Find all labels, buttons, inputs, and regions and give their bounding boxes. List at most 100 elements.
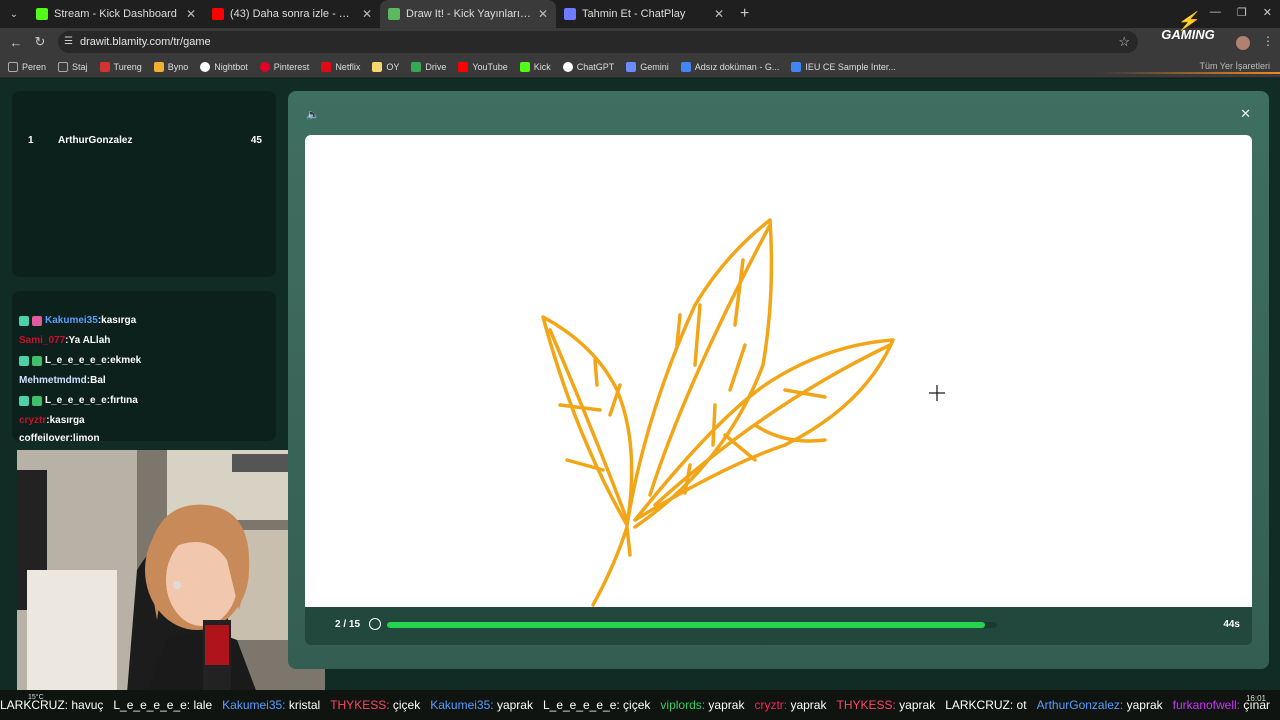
weather-widget[interactable]: 15°C <box>28 694 44 701</box>
ticker-message: LARKCRUZ: ot <box>945 698 1026 712</box>
chat-text: limon <box>72 433 100 441</box>
tab-title: Draw It! - Kick Yayınları İçin Çiz <box>406 8 532 20</box>
bookmark-item[interactable]: Netflix <box>321 61 360 72</box>
volume-icon[interactable]: 🔈 <box>306 108 320 121</box>
chat-text: ekmek <box>110 355 142 366</box>
gemini-icon <box>626 61 637 72</box>
nightbot-icon <box>200 61 211 72</box>
all-bookmarks-button[interactable]: Tüm Yer İşaretleri <box>1199 61 1270 71</box>
ticker-text: yaprak <box>493 698 533 712</box>
gaming-logo: ⚡ GAMING <box>1152 11 1224 56</box>
bookmark-item[interactable]: IEU CE Sample Inter... <box>791 61 896 72</box>
bookmark-item[interactable]: Nightbot <box>200 61 248 72</box>
ticker-text: lale <box>190 698 213 712</box>
lightning-logo-icon: ⚡ <box>1176 11 1200 31</box>
tab-search-icon[interactable]: ⌄ <box>0 0 28 28</box>
chat-user: L_e_e_e_e_e <box>45 395 107 406</box>
chat-message: L_e_e_e_e_e: fırtına <box>19 395 138 406</box>
profile-avatar[interactable] <box>1236 36 1250 50</box>
browser-nav-bar: ← ↻ ☰ drawit.blamity.com/tr/game ☆ <box>0 28 1280 56</box>
kick-favicon-icon <box>36 8 48 20</box>
browser-menu-icon[interactable]: ⋮ <box>1262 34 1274 48</box>
oy-icon <box>372 61 383 72</box>
chat-message: coffeilover: limon <box>19 433 100 441</box>
maximize-icon[interactable]: ❐ <box>1237 6 1247 19</box>
bookmark-item[interactable]: Kick <box>519 61 551 72</box>
chat-user: Sami_077 <box>19 335 66 346</box>
tab-close-icon[interactable]: ✕ <box>186 7 196 21</box>
logo-text: GAMING <box>1161 27 1215 42</box>
chatgpt-icon <box>562 61 573 72</box>
chatplay-favicon-icon <box>564 8 576 20</box>
close-window-icon[interactable]: ✕ <box>1263 6 1272 19</box>
ticker-user: L_e_e_e_e_e: <box>542 698 620 712</box>
bookmark-item[interactable]: Adsız doküman - G... <box>680 61 779 72</box>
draw-game-panel: 🔈 ✕ 2 / 15 44s <box>288 91 1269 669</box>
ticker-user: Kakumei35: <box>222 698 286 712</box>
bookmark-item[interactable]: Drive <box>411 61 446 72</box>
time-progress-bar <box>387 622 997 628</box>
game-page: 1 ArthurGonzalez 45 Kakumei35: kasırga Sa… <box>0 79 1280 693</box>
chat-message: Mehmetmdmd: Bal <box>19 375 106 386</box>
drawing-canvas[interactable] <box>305 135 1252 607</box>
tab-kick-dashboard[interactable]: Stream - Kick Dashboard ✕ <box>28 0 204 28</box>
crosshair-cursor-icon <box>929 385 945 401</box>
bookmark-item[interactable]: Tureng <box>99 61 142 72</box>
leaderboard-row: 1 ArthurGonzalez 45 <box>28 135 262 146</box>
chat-message: Sami_077: Ya ALlah <box>19 335 111 346</box>
new-tab-button[interactable]: + <box>740 5 749 23</box>
bookmark-star-icon[interactable]: ☆ <box>1118 34 1130 50</box>
tab-title: Stream - Kick Dashboard <box>54 8 177 20</box>
badge-icon <box>19 355 29 366</box>
site-info-icon[interactable]: ☰ <box>64 36 73 47</box>
back-icon[interactable]: ← <box>4 35 28 50</box>
ticker-message: Kakumei35: yaprak <box>430 698 533 712</box>
tab-close-icon[interactable]: ✕ <box>714 7 724 21</box>
byno-icon <box>153 61 164 72</box>
bookmark-item[interactable]: Peren <box>8 61 46 72</box>
ticker-message: ArthurGonzalez: yaprak <box>1037 698 1163 712</box>
bookmark-item[interactable]: OY <box>372 61 399 72</box>
chat-text: fırtına <box>110 395 138 406</box>
bookmark-item[interactable]: Staj <box>58 61 88 72</box>
tab-draw-it[interactable]: Draw It! - Kick Yayınları İçin Çiz ✕ <box>380 0 556 28</box>
ticker-user: cryztr: <box>754 698 788 712</box>
bookmark-item[interactable]: YouTube <box>458 61 508 72</box>
bookmark-item[interactable]: Gemini <box>626 61 669 72</box>
ticker-text: çiçek <box>619 698 651 712</box>
chat-message: Kakumei35: kasırga <box>19 315 136 326</box>
player-name: ArthurGonzalez <box>58 135 133 146</box>
pinterest-icon <box>259 61 270 72</box>
ticker-message: THYKESS: yaprak <box>836 698 935 712</box>
close-icon[interactable]: ✕ <box>1240 106 1251 122</box>
ticker-text: yaprak <box>895 698 936 712</box>
tab-close-icon[interactable]: ✕ <box>538 7 548 21</box>
ticker-user: LARKCRUZ: <box>945 698 1014 712</box>
docs-icon <box>680 61 691 72</box>
folder-icon <box>8 61 18 72</box>
ticker-user: ArthurGonzalez: <box>1036 698 1124 712</box>
tab-chatplay[interactable]: Tahmin Et - ChatPlay ✕ <box>556 0 732 28</box>
badge-icon <box>32 395 42 406</box>
taskbar-clock[interactable]: 16:01 <box>1246 694 1266 704</box>
drawing-strokes <box>541 218 945 607</box>
time-left: 44s <box>1223 619 1240 630</box>
tab-close-icon[interactable]: ✕ <box>362 7 372 21</box>
chat-user: Mehmetmdmd <box>19 375 87 386</box>
badge-icon <box>32 315 42 326</box>
ticker-message: Kakumei35: kristal <box>222 698 320 712</box>
bookmarks-bar: Peren Staj Tureng Byno Nightbot Pinteres… <box>0 56 1280 78</box>
badge-icon <box>19 315 29 326</box>
bookmark-item[interactable]: Byno <box>153 61 188 72</box>
player-score: 45 <box>250 135 262 146</box>
chat-message: L_e_e_e_e_e: ekmek <box>19 355 141 366</box>
tab-youtube[interactable]: (43) Daha sonra izle - YouTube ✕ <box>204 0 380 28</box>
bookmark-item[interactable]: ChatGPT <box>562 61 614 72</box>
bookmark-item[interactable]: Pinterest <box>259 61 309 72</box>
address-bar[interactable]: ☰ drawit.blamity.com/tr/game ☆ <box>58 31 1138 53</box>
chat-text: Ya ALlah <box>68 335 111 346</box>
reload-icon[interactable]: ↻ <box>28 34 52 50</box>
ticker-text: ot <box>1013 698 1027 712</box>
folder-icon <box>58 61 69 72</box>
ticker-message: THYKESS: çiçek <box>330 698 420 712</box>
